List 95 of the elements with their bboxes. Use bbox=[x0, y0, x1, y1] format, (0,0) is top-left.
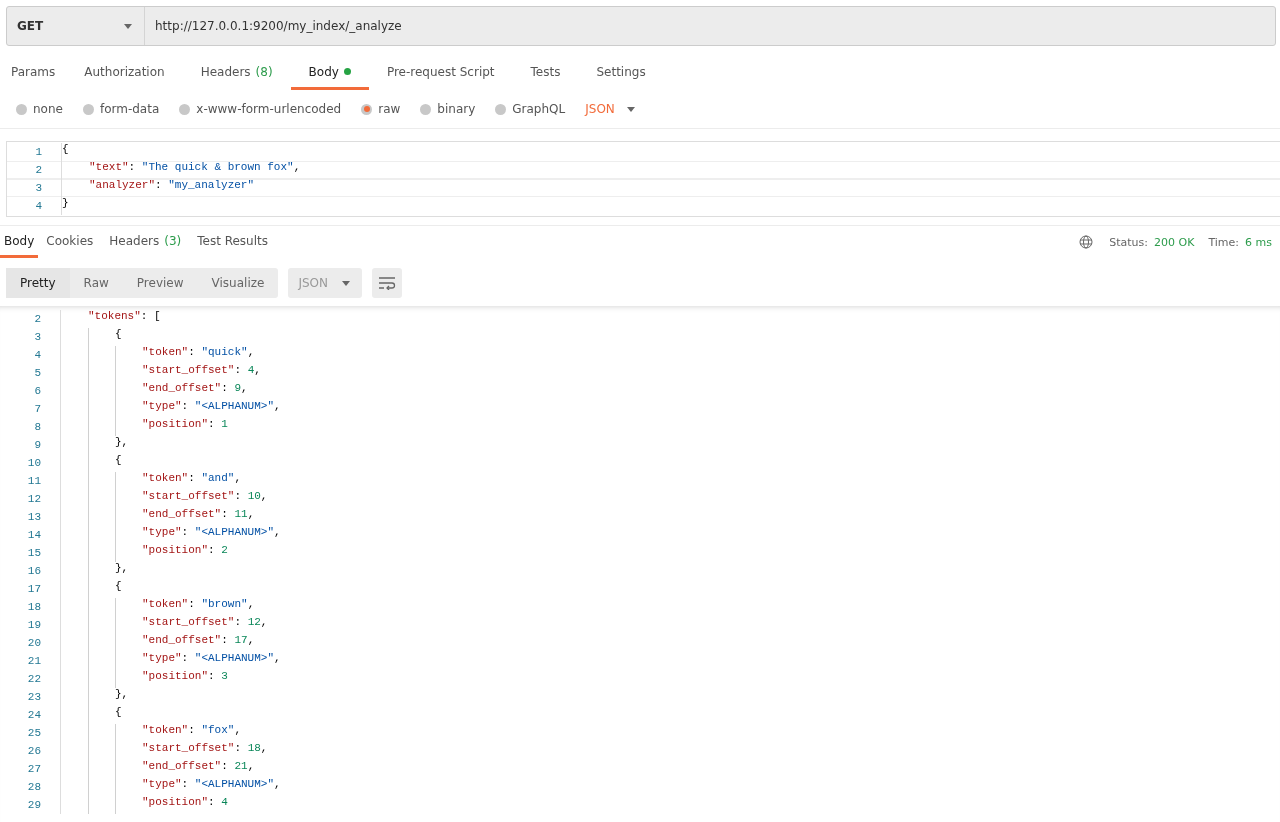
line-number: 2 bbox=[34, 164, 43, 176]
code-line: { bbox=[115, 580, 122, 594]
status-value: 200 OK bbox=[1154, 235, 1195, 249]
line-number: 9 bbox=[33, 439, 42, 451]
line-number: 27 bbox=[26, 763, 42, 775]
code-line: "position": 2 bbox=[142, 544, 228, 558]
line-number: 29 bbox=[26, 799, 42, 811]
line-number: 11 bbox=[26, 475, 42, 487]
request-tab[interactable]: Authorization bbox=[66, 56, 183, 90]
line-number: 15 bbox=[26, 547, 42, 559]
code-line: "start_offset": 18, bbox=[142, 742, 268, 756]
line-number: 14 bbox=[26, 529, 42, 541]
wrap-lines-button[interactable] bbox=[372, 268, 403, 298]
code-line: "end_offset": 9, bbox=[142, 382, 248, 396]
response-tab[interactable]: Body bbox=[0, 226, 39, 258]
code-line: "token": "quick", bbox=[142, 346, 255, 360]
request-tab[interactable]: Headers (8) bbox=[182, 56, 291, 90]
code-line: "end_offset": 17, bbox=[142, 634, 255, 648]
caret-icon bbox=[342, 280, 351, 286]
code-line: "text": "The quick & brown fox", bbox=[89, 161, 301, 175]
view-mode-button[interactable]: Visualize bbox=[197, 268, 279, 298]
line-number: 23 bbox=[26, 691, 42, 703]
code-line: "start_offset": 4, bbox=[142, 364, 261, 378]
code-line: { bbox=[62, 143, 69, 157]
code-line: { bbox=[115, 454, 122, 468]
response-tab[interactable]: Cookies bbox=[38, 226, 102, 258]
request-tab[interactable]: Settings bbox=[578, 56, 664, 90]
line-number: 13 bbox=[26, 511, 42, 523]
code-line: { bbox=[115, 328, 122, 342]
line-number: 2 bbox=[33, 313, 42, 325]
time-label: Time: bbox=[1208, 235, 1240, 249]
code-line: }, bbox=[115, 688, 129, 702]
code-line: "token": "and", bbox=[142, 472, 242, 486]
view-mode-button[interactable]: Preview bbox=[122, 268, 198, 298]
view-mode-button[interactable]: Raw bbox=[69, 268, 123, 298]
code-line: { bbox=[115, 706, 122, 720]
code-line: }, bbox=[115, 562, 129, 576]
response-tab[interactable]: Test Results bbox=[189, 226, 276, 258]
body-type-radio[interactable]: GraphQL bbox=[495, 102, 566, 116]
request-tab[interactable]: Pre-request Script bbox=[368, 56, 513, 90]
code-line: "type": "<ALPHANUM>", bbox=[142, 400, 281, 414]
caret-icon bbox=[626, 106, 635, 112]
line-number: 26 bbox=[26, 745, 42, 757]
code-line: "start_offset": 10, bbox=[142, 490, 268, 504]
code-line: "analyzer": "my_analyzer" bbox=[89, 179, 255, 193]
body-type-radio[interactable]: none bbox=[16, 102, 63, 116]
code-line: "token": "fox", bbox=[142, 724, 242, 738]
line-number: 19 bbox=[26, 619, 42, 631]
line-number: 6 bbox=[33, 385, 42, 397]
body-type-radio[interactable]: raw bbox=[361, 102, 401, 116]
line-number: 1 bbox=[34, 146, 43, 158]
wrap-icon bbox=[378, 276, 397, 290]
code-line: "type": "<ALPHANUM>", bbox=[142, 652, 281, 666]
view-mode-button[interactable]: Pretty bbox=[6, 268, 70, 298]
line-number: 4 bbox=[33, 349, 42, 361]
line-number: 12 bbox=[26, 493, 42, 505]
request-tab[interactable]: Body bbox=[290, 56, 369, 90]
line-number: 25 bbox=[26, 727, 42, 739]
line-number: 22 bbox=[26, 673, 42, 685]
line-number: 7 bbox=[33, 403, 42, 415]
line-number: 18 bbox=[26, 601, 42, 613]
code-line: "token": "brown", bbox=[142, 598, 255, 612]
code-line: "start_offset": 12, bbox=[142, 616, 268, 630]
globe-icon[interactable] bbox=[1079, 235, 1094, 249]
line-number: 17 bbox=[26, 583, 42, 595]
code-line: "end_offset": 21, bbox=[142, 760, 255, 774]
line-number: 21 bbox=[26, 655, 42, 667]
code-line: "position": 3 bbox=[142, 670, 228, 684]
body-type-radio[interactable]: binary bbox=[420, 102, 476, 116]
code-line: "position": 4 bbox=[142, 796, 228, 810]
line-number: 3 bbox=[33, 331, 42, 343]
code-line: "position": 1 bbox=[142, 418, 228, 432]
code-line: } bbox=[62, 197, 69, 211]
response-tab[interactable]: Headers (3) bbox=[101, 226, 190, 258]
code-line: "type": "<ALPHANUM>", bbox=[142, 526, 281, 540]
body-type-radio[interactable]: x-www-form-urlencoded bbox=[179, 102, 342, 116]
request-tab[interactable]: Tests bbox=[512, 56, 579, 90]
time-value: 6 ms bbox=[1245, 235, 1272, 249]
request-tab[interactable]: Params bbox=[0, 56, 67, 90]
status-label: Status: bbox=[1109, 235, 1149, 249]
code-line: "tokens": [ bbox=[88, 310, 161, 324]
line-number: 8 bbox=[33, 421, 42, 433]
line-number: 5 bbox=[33, 367, 42, 379]
line-number: 10 bbox=[26, 457, 42, 469]
line-number: 4 bbox=[34, 200, 43, 212]
line-number: 20 bbox=[26, 637, 42, 649]
request-body-editor[interactable]: 1 { 2 "text": "The quick & brown fox", 3 "analyzer": "my_analyzer" 4 } bbox=[6, 141, 1280, 217]
code-line: "end_offset": 11, bbox=[142, 508, 255, 522]
body-type-radio[interactable]: form-data bbox=[82, 102, 160, 116]
line-number: 24 bbox=[26, 709, 42, 721]
code-line: }, bbox=[115, 436, 129, 450]
code-line: "type": "<ALPHANUM>", bbox=[142, 778, 281, 792]
line-number: 3 bbox=[34, 182, 43, 194]
line-number: 28 bbox=[26, 781, 42, 793]
line-number: 16 bbox=[26, 565, 42, 577]
